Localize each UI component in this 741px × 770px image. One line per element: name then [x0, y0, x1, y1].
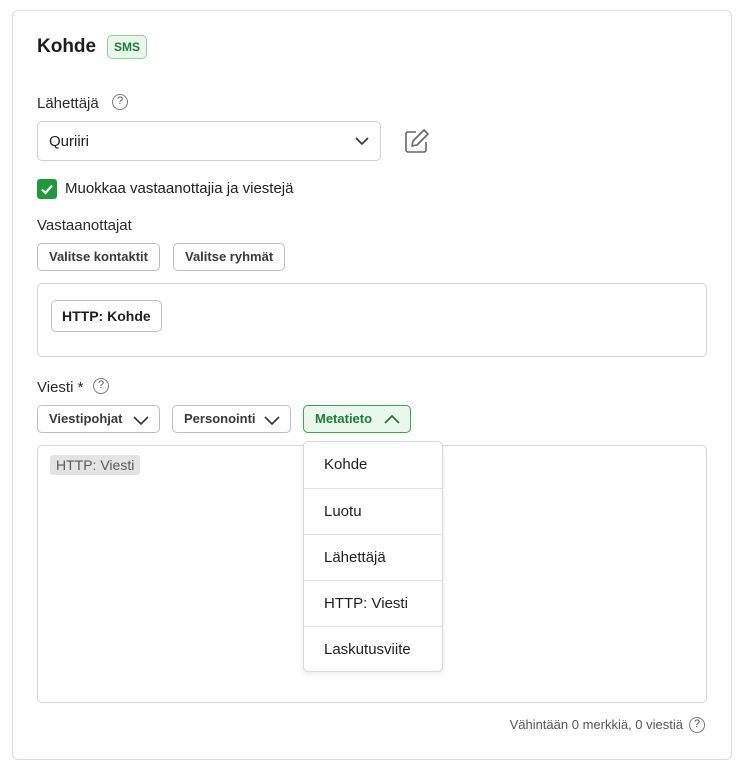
chevron-down-icon: [133, 416, 149, 426]
channel-badge: SMS: [107, 35, 148, 59]
menu-item-laskutusviite[interactable]: Laskutusviite: [304, 626, 442, 671]
templates-dropdown[interactable]: Viestipohjat: [37, 405, 160, 433]
chevron-down-icon: [355, 137, 369, 146]
menu-item-lahettaja[interactable]: Lähettäjä: [304, 534, 442, 580]
card-title: Kohde: [37, 36, 97, 57]
message-help-icon[interactable]: ?: [93, 378, 109, 394]
character-counter: Vähintään 0 merkkiä, 0 viestiä: [509, 717, 683, 732]
menu-item-kohde[interactable]: Kohde: [304, 442, 442, 488]
menu-item-luotu[interactable]: Luotu: [304, 488, 442, 534]
sender-label: Lähettäjä: [37, 95, 99, 112]
edit-recipients-label: Muokkaa vastaanottajia ja viestejä: [65, 180, 294, 197]
recipients-label: Vastaanottajat: [37, 217, 132, 234]
check-icon: [41, 184, 53, 195]
personalization-dropdown[interactable]: Personointi: [172, 405, 291, 433]
sender-select[interactable]: Quriiri: [37, 121, 381, 161]
sender-help-icon[interactable]: ?: [112, 94, 128, 110]
message-variable-tag[interactable]: HTTP: Viesti: [50, 455, 141, 475]
metadata-dropdown[interactable]: Metatieto: [303, 405, 411, 433]
select-groups-button[interactable]: Valitse ryhmät: [173, 243, 286, 271]
select-contacts-button[interactable]: Valitse kontaktit: [37, 243, 160, 271]
edit-icon[interactable]: [404, 128, 430, 154]
menu-item-http-viesti[interactable]: HTTP: Viesti: [304, 580, 442, 626]
personalization-dropdown-label: Personointi: [184, 411, 256, 426]
counter-help-icon[interactable]: ?: [689, 717, 705, 733]
templates-dropdown-label: Viestipohjat: [49, 411, 123, 426]
recipient-chip[interactable]: HTTP: Kohde: [51, 300, 162, 332]
recipients-box[interactable]: HTTP: Kohde: [37, 283, 707, 357]
chevron-up-icon: [384, 414, 400, 424]
metadata-menu: Kohde Luotu Lähettäjä HTTP: Viesti Lasku…: [303, 441, 443, 672]
edit-recipients-checkbox[interactable]: [37, 179, 57, 199]
message-label: Viesti *: [37, 379, 84, 396]
sender-select-value: Quriiri: [49, 133, 89, 150]
metadata-dropdown-label: Metatieto: [315, 411, 373, 426]
chevron-down-icon: [264, 416, 280, 426]
